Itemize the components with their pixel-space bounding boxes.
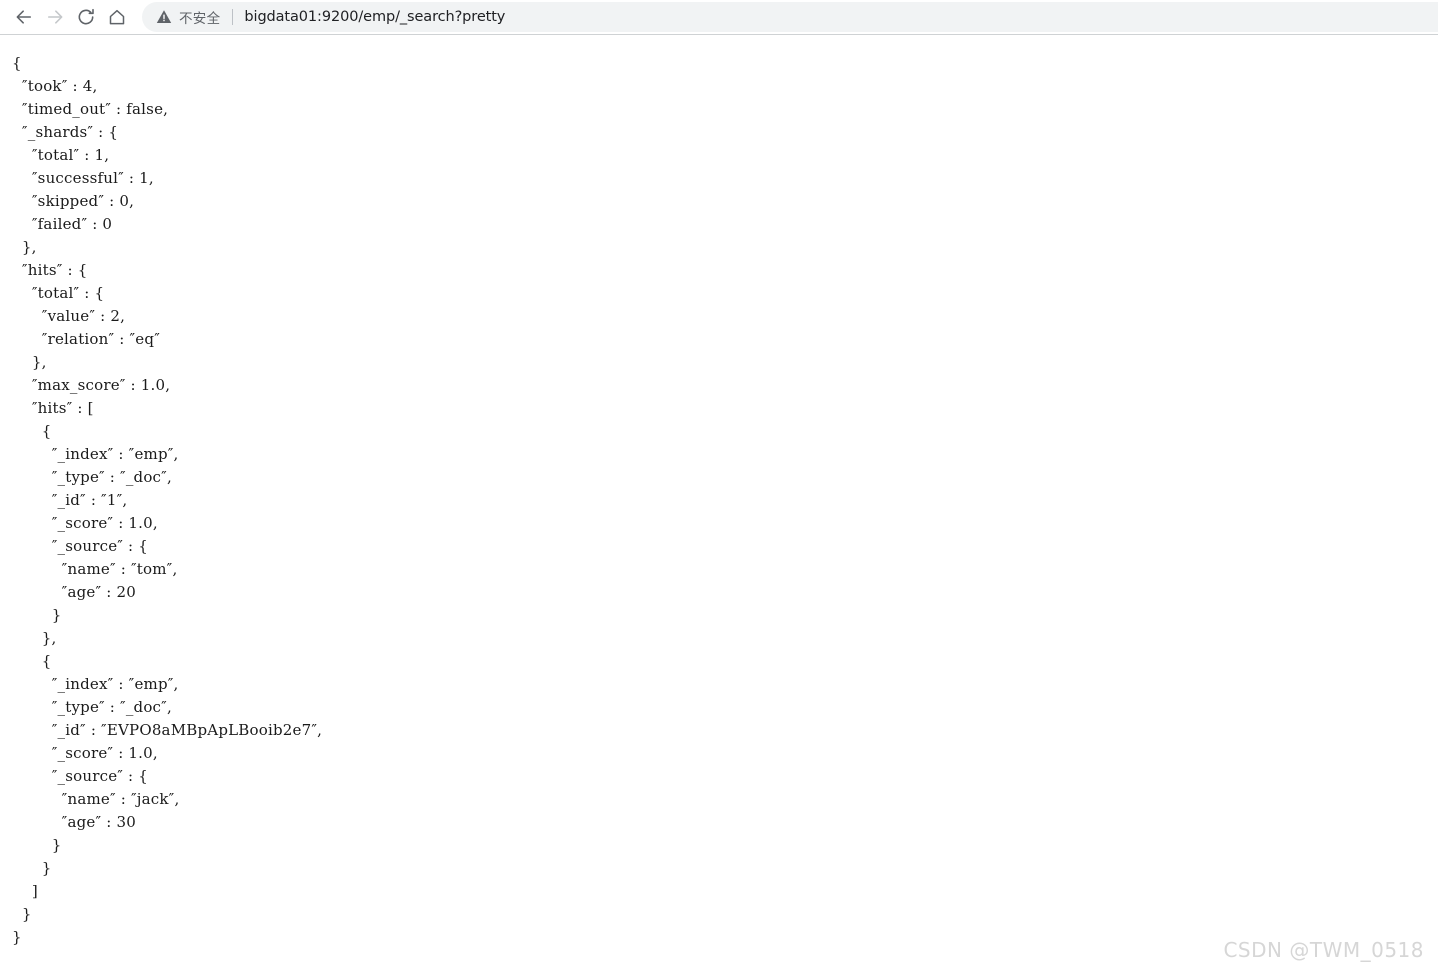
home-icon	[107, 7, 127, 27]
csdn-watermark: CSDN @TWM_0518	[1223, 938, 1424, 962]
json-response-body: { ″took″ : 4, ″timed_out″ : false, ″_sha…	[12, 54, 323, 946]
warning-triangle-icon	[156, 9, 172, 25]
back-button[interactable]	[9, 2, 39, 32]
reload-button[interactable]	[71, 2, 101, 32]
forward-arrow-icon	[45, 7, 65, 27]
security-status-label: 不安全	[179, 11, 221, 27]
browser-toolbar: 不安全 bigdata01:9200/emp/_search?pretty	[0, 0, 1438, 35]
address-bar[interactable]: 不安全 bigdata01:9200/emp/_search?pretty	[142, 2, 1438, 32]
back-arrow-icon	[14, 7, 34, 27]
site-security-chip[interactable]: 不安全	[156, 7, 220, 27]
forward-button[interactable]	[40, 2, 70, 32]
page-content-area: { ″took″ : 4, ″timed_out″ : false, ″_sha…	[0, 36, 1438, 970]
omnibox-divider	[232, 9, 234, 25]
home-button[interactable]	[102, 2, 132, 32]
url-text[interactable]: bigdata01:9200/emp/_search?pretty	[244, 9, 505, 25]
reload-icon	[76, 7, 96, 27]
